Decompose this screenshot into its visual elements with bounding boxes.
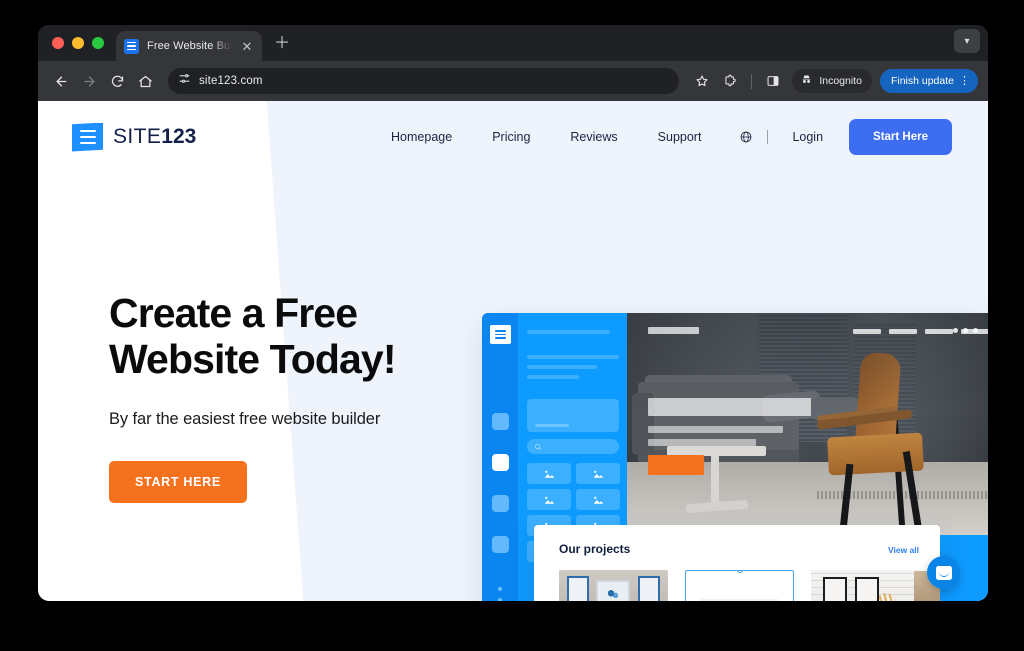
rail-item-1[interactable] (491, 413, 509, 430)
site123-logo-mark-icon (72, 122, 103, 152)
globe-icon[interactable] (721, 130, 763, 144)
nav-link-pricing[interactable]: Pricing (472, 130, 550, 144)
maximize-window-button[interactable] (92, 37, 104, 49)
search-icon (534, 443, 542, 450)
star-icon[interactable] (689, 68, 715, 94)
chevron-down-icon[interactable]: ▾ (954, 29, 980, 53)
start-here-header-button[interactable]: Start Here (849, 119, 952, 155)
arrow-right-icon[interactable] (76, 68, 102, 94)
image-placeholder-icon[interactable] (576, 463, 620, 484)
side-panel-icon[interactable] (760, 68, 786, 94)
project-item[interactable]: culis luctus ante (811, 570, 920, 601)
hero-subtitle: By far the easiest free website builder (109, 409, 381, 428)
url-text: site123.com (199, 75, 263, 87)
tab-title: Free Website Builder 100% O (147, 40, 232, 52)
three-dots-icon (953, 328, 978, 333)
projects-header: Our projects View all (559, 542, 919, 556)
toolbar-divider (751, 73, 753, 89)
image-placeholder-icon[interactable] (576, 489, 620, 510)
finish-update-button[interactable]: Finish update ⋮ (879, 69, 978, 93)
panel-skeleton-line (527, 365, 597, 369)
browser-toolbar: site123.com Incognito Finish update ⋮ (38, 61, 988, 101)
site123-favicon-icon (124, 38, 139, 54)
page-title: Create a Free Website Today! (109, 290, 469, 383)
nav-link-homepage[interactable]: Homepage (371, 130, 472, 144)
project-item[interactable]: Natoque (685, 570, 794, 601)
finish-update-label: Finish update (890, 75, 954, 87)
preview-cta-placeholder (648, 455, 704, 475)
project-thumbnail-selected-frame[interactable] (685, 570, 794, 601)
incognito-indicator[interactable]: Incognito (792, 69, 872, 93)
view-all-link[interactable]: View all (888, 545, 919, 555)
builder-sidebar-rail (482, 313, 518, 601)
builder-logo-icon (489, 325, 511, 344)
window-traffic-lights (50, 25, 116, 61)
preview-text-placeholder (648, 439, 756, 446)
minimize-window-button[interactable] (72, 37, 84, 49)
extensions-puzzle-icon[interactable] (717, 68, 743, 94)
projects-grid: Phasellus commodo Natoque (559, 570, 920, 601)
kebab-menu-icon[interactable]: ⋮ (959, 75, 970, 87)
builder-preview-photo (627, 313, 988, 535)
logo-word-123: 123 (161, 125, 197, 148)
incognito-hat-icon (800, 73, 813, 89)
close-window-button[interactable] (52, 37, 64, 49)
new-tab-button[interactable]: ＋ (274, 36, 290, 52)
tune-icon[interactable] (178, 72, 191, 90)
panel-card[interactable] (527, 399, 619, 432)
projects-title: Our projects (559, 542, 631, 556)
vertical-dots-icon[interactable] (497, 586, 503, 601)
preview-heading-placeholder (648, 398, 811, 416)
page-viewport: SITE123 Homepage Pricing Reviews Support… (38, 101, 988, 601)
nav-link-reviews[interactable]: Reviews (550, 130, 637, 144)
project-item[interactable]: Phasellus commodo (559, 570, 668, 601)
toolbar-actions: Incognito Finish update ⋮ (689, 68, 978, 94)
preview-skeleton-nav (627, 313, 988, 353)
project-thumbnail-wall-art[interactable] (811, 570, 920, 601)
home-icon[interactable] (132, 68, 158, 94)
search-input[interactable] (527, 439, 619, 454)
site-logo[interactable]: SITE123 (72, 122, 196, 152)
site-nav: Homepage Pricing Reviews Support Login S… (371, 119, 952, 155)
site-logo-text: SITE123 (113, 125, 196, 149)
projects-card: Our projects View all Phasellus commodo (534, 525, 940, 601)
panel-skeleton-line (527, 355, 619, 359)
resize-handle-top[interactable] (736, 571, 743, 573)
start-here-cta-button[interactable]: START HERE (109, 460, 247, 503)
hero-copy: Create a Free Website Today! By far the … (109, 290, 469, 503)
headline-line-2: Website Today! (109, 335, 396, 382)
rail-item-4[interactable] (491, 536, 509, 553)
login-link[interactable]: Login (772, 130, 843, 144)
panel-skeleton-line (527, 375, 579, 379)
project-thumbnail-living-room[interactable] (559, 570, 668, 601)
intercom-chat-icon (935, 565, 952, 580)
preview-text-placeholder (648, 426, 783, 433)
headline-line-1: Create a Free (109, 290, 358, 336)
rail-item-2-active[interactable] (491, 454, 509, 471)
address-bar[interactable]: site123.com (168, 68, 680, 94)
panel-skeleton-line (527, 330, 610, 334)
browser-tab[interactable]: Free Website Builder 100% O ✕ (116, 31, 262, 61)
site-header: SITE123 Homepage Pricing Reviews Support… (38, 101, 988, 173)
preview-logo-placeholder (648, 327, 699, 334)
incognito-label: Incognito (819, 75, 862, 87)
arrow-left-icon[interactable] (48, 68, 74, 94)
browser-window: Free Website Builder 100% O ✕ ＋ ▾ (38, 25, 988, 601)
logo-word-site: SITE (113, 125, 162, 148)
browser-tab-strip: Free Website Builder 100% O ✕ ＋ ▾ (38, 25, 988, 61)
close-icon[interactable]: ✕ (240, 40, 254, 53)
preview-nav-link-1 (853, 329, 881, 334)
screenshot-stage: Free Website Builder 100% O ✕ ＋ ▾ (0, 0, 1024, 651)
reload-icon[interactable] (104, 68, 130, 94)
image-placeholder-icon[interactable] (527, 463, 571, 484)
nav-link-support[interactable]: Support (638, 130, 722, 144)
intercom-chat-button[interactable] (927, 556, 960, 589)
nav-divider (767, 130, 769, 144)
preview-nav-link-2 (889, 329, 917, 334)
preview-nav-link-3 (925, 329, 953, 334)
rail-item-3[interactable] (491, 495, 509, 512)
image-placeholder-icon[interactable] (527, 489, 571, 510)
